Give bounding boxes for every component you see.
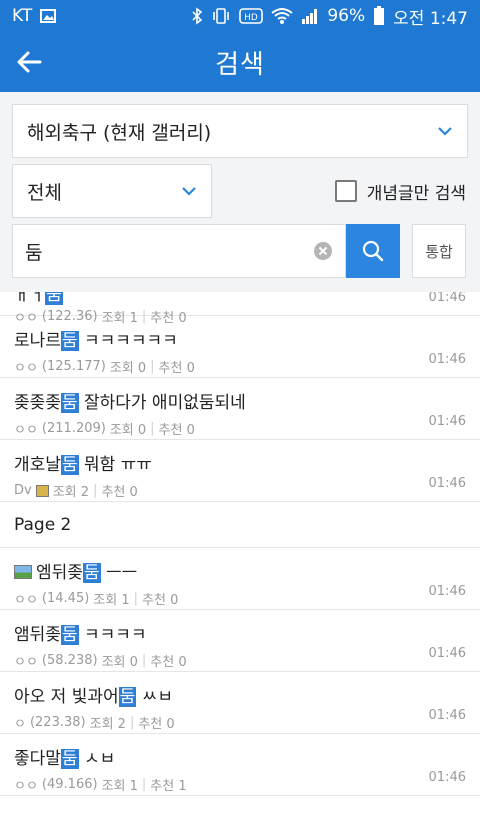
bluetooth-icon — [192, 7, 203, 25]
search-icon — [362, 240, 384, 262]
image-attachment-icon — [14, 565, 32, 579]
app-bar: 검색 — [0, 32, 480, 92]
chevron-down-icon — [438, 127, 452, 136]
search-results: ㅐㅓ둠 ㅇㅇ (122.36) 조회 1 | 추천 0 01:46 로나르둠 ㅋㅋㅋㅋ… — [0, 292, 480, 816]
unified-search-button[interactable]: 통합 — [412, 224, 466, 278]
battery-percent: 96% — [327, 6, 366, 26]
concept-only-checkbox[interactable] — [334, 180, 357, 202]
result-meta: ㅇㅇ (125.177) 조회 0 | 추천 0 — [14, 359, 195, 376]
list-item[interactable]: 개호날둠 뭐함 ㅠㅠ Dv 조회 2 | 추천 0 01:46 — [0, 440, 480, 502]
list-item[interactable]: 앰뒤좆둠 ㅋㅋㅋㅋ ㅇㅇ (58.238) 조회 0 | 추천 0 01:46 — [0, 610, 480, 672]
signal-icon — [302, 9, 318, 24]
user-badge-icon — [35, 484, 49, 497]
search-button[interactable] — [346, 224, 400, 278]
result-time: 01:46 — [428, 646, 466, 661]
result-title: 앰뒤좆둠 ㅋㅋㅋㅋ — [14, 625, 147, 645]
chevron-down-icon — [182, 187, 196, 196]
result-time: 01:46 — [428, 352, 466, 367]
hd-icon: HD — [239, 8, 264, 24]
result-title: 엠뒤좆둠 ㅡㅡ — [14, 558, 466, 583]
result-title: 좆좆좆둠 잘하다가 애미없둠되네 — [14, 393, 246, 413]
result-time: 01:46 — [428, 476, 466, 491]
gallery-select[interactable]: 해외축구 (현재 갤러리) — [12, 104, 468, 158]
search-input-value: 둠 — [25, 241, 43, 264]
status-bar: KT HD 96% 오전 1:47 — [0, 0, 480, 32]
result-meta: ㅇㅇ (58.238) 조회 0 | 추천 0 — [14, 653, 187, 670]
result-time: 01:46 — [428, 584, 466, 599]
list-item[interactable]: 엠뒤좆둠 ㅡㅡ ㅇㅇ (14.45) 조회 1 | 추천 0 01:46 — [0, 548, 480, 610]
page-separator: Page 2 — [0, 502, 480, 548]
clear-icon[interactable] — [313, 241, 333, 261]
list-item[interactable]: 아오 저 빛과어둠 ㅆㅂ ㅇ (223.38) 조회 2 | 추천 0 01:46 — [0, 672, 480, 734]
wifi-icon — [271, 8, 293, 24]
result-meta: ㅇㅇ (49.166) 조회 1 | 추천 1 — [14, 777, 187, 794]
svg-text:HD: HD — [244, 13, 258, 23]
result-title: ㅐㅓ둠 — [14, 292, 466, 305]
concept-only-label: 개념글만 검색 — [366, 183, 466, 204]
image-notification-icon — [40, 9, 57, 23]
clock: 오전 1:47 — [393, 8, 468, 29]
scope-select[interactable]: 전체 — [12, 164, 212, 218]
search-filters: 해외축구 (현재 갤러리) 전체 개념글만 검색 둠 통합 — [0, 92, 480, 292]
carrier-label: KT — [12, 6, 33, 26]
result-time: 01:46 — [428, 770, 466, 785]
result-time: 01:46 — [428, 292, 466, 305]
result-title: 아오 저 빛과어둠 ㅆㅂ — [14, 687, 173, 707]
gallery-select-value: 해외축구 (현재 갤러리) — [27, 121, 212, 144]
page-title: 검색 — [215, 49, 265, 80]
list-item[interactable]: 좋다말둠 ㅅㅂ ㅇㅇ (49.166) 조회 1 | 추천 1 01:46 — [0, 734, 480, 796]
list-item[interactable]: 로나르둠 ㅋㅋㅋㅋㅋㅋ ㅇㅇ (125.177) 조회 0 | 추천 0 01:46 — [0, 316, 480, 378]
result-title: 로나르둠 ㅋㅋㅋㅋㅋㅋ — [14, 331, 178, 351]
vibrate-icon — [213, 8, 230, 24]
scope-select-value: 전체 — [27, 181, 62, 204]
result-title: 개호날둠 뭐함 ㅠㅠ — [14, 455, 152, 475]
result-meta: ㅇ (223.38) 조회 2 | 추천 0 — [14, 715, 175, 732]
concept-only-toggle[interactable]: 개념글만 검색 — [334, 179, 466, 204]
list-item[interactable]: ㅐㅓ둠 ㅇㅇ (122.36) 조회 1 | 추천 0 01:46 — [0, 292, 480, 326]
result-time: 01:46 — [428, 414, 466, 429]
result-meta: ㅇㅇ (14.45) 조회 1 | 추천 0 — [14, 591, 179, 608]
result-meta: Dv 조회 2 | 추천 0 — [14, 483, 138, 500]
result-time: 01:46 — [428, 708, 466, 723]
result-meta: ㅇㅇ (211.209) 조회 0 | 추천 0 — [14, 421, 195, 438]
result-title: 좋다말둠 ㅅㅂ — [14, 749, 116, 769]
list-item[interactable]: 좆좆좆둠 잘하다가 애미없둠되네 ㅇㅇ (211.209) 조회 0 | 추천 0 01… — [0, 378, 480, 440]
battery-icon — [374, 6, 385, 25]
back-arrow-icon[interactable] — [14, 46, 46, 78]
search-input[interactable]: 둠 — [12, 224, 346, 278]
